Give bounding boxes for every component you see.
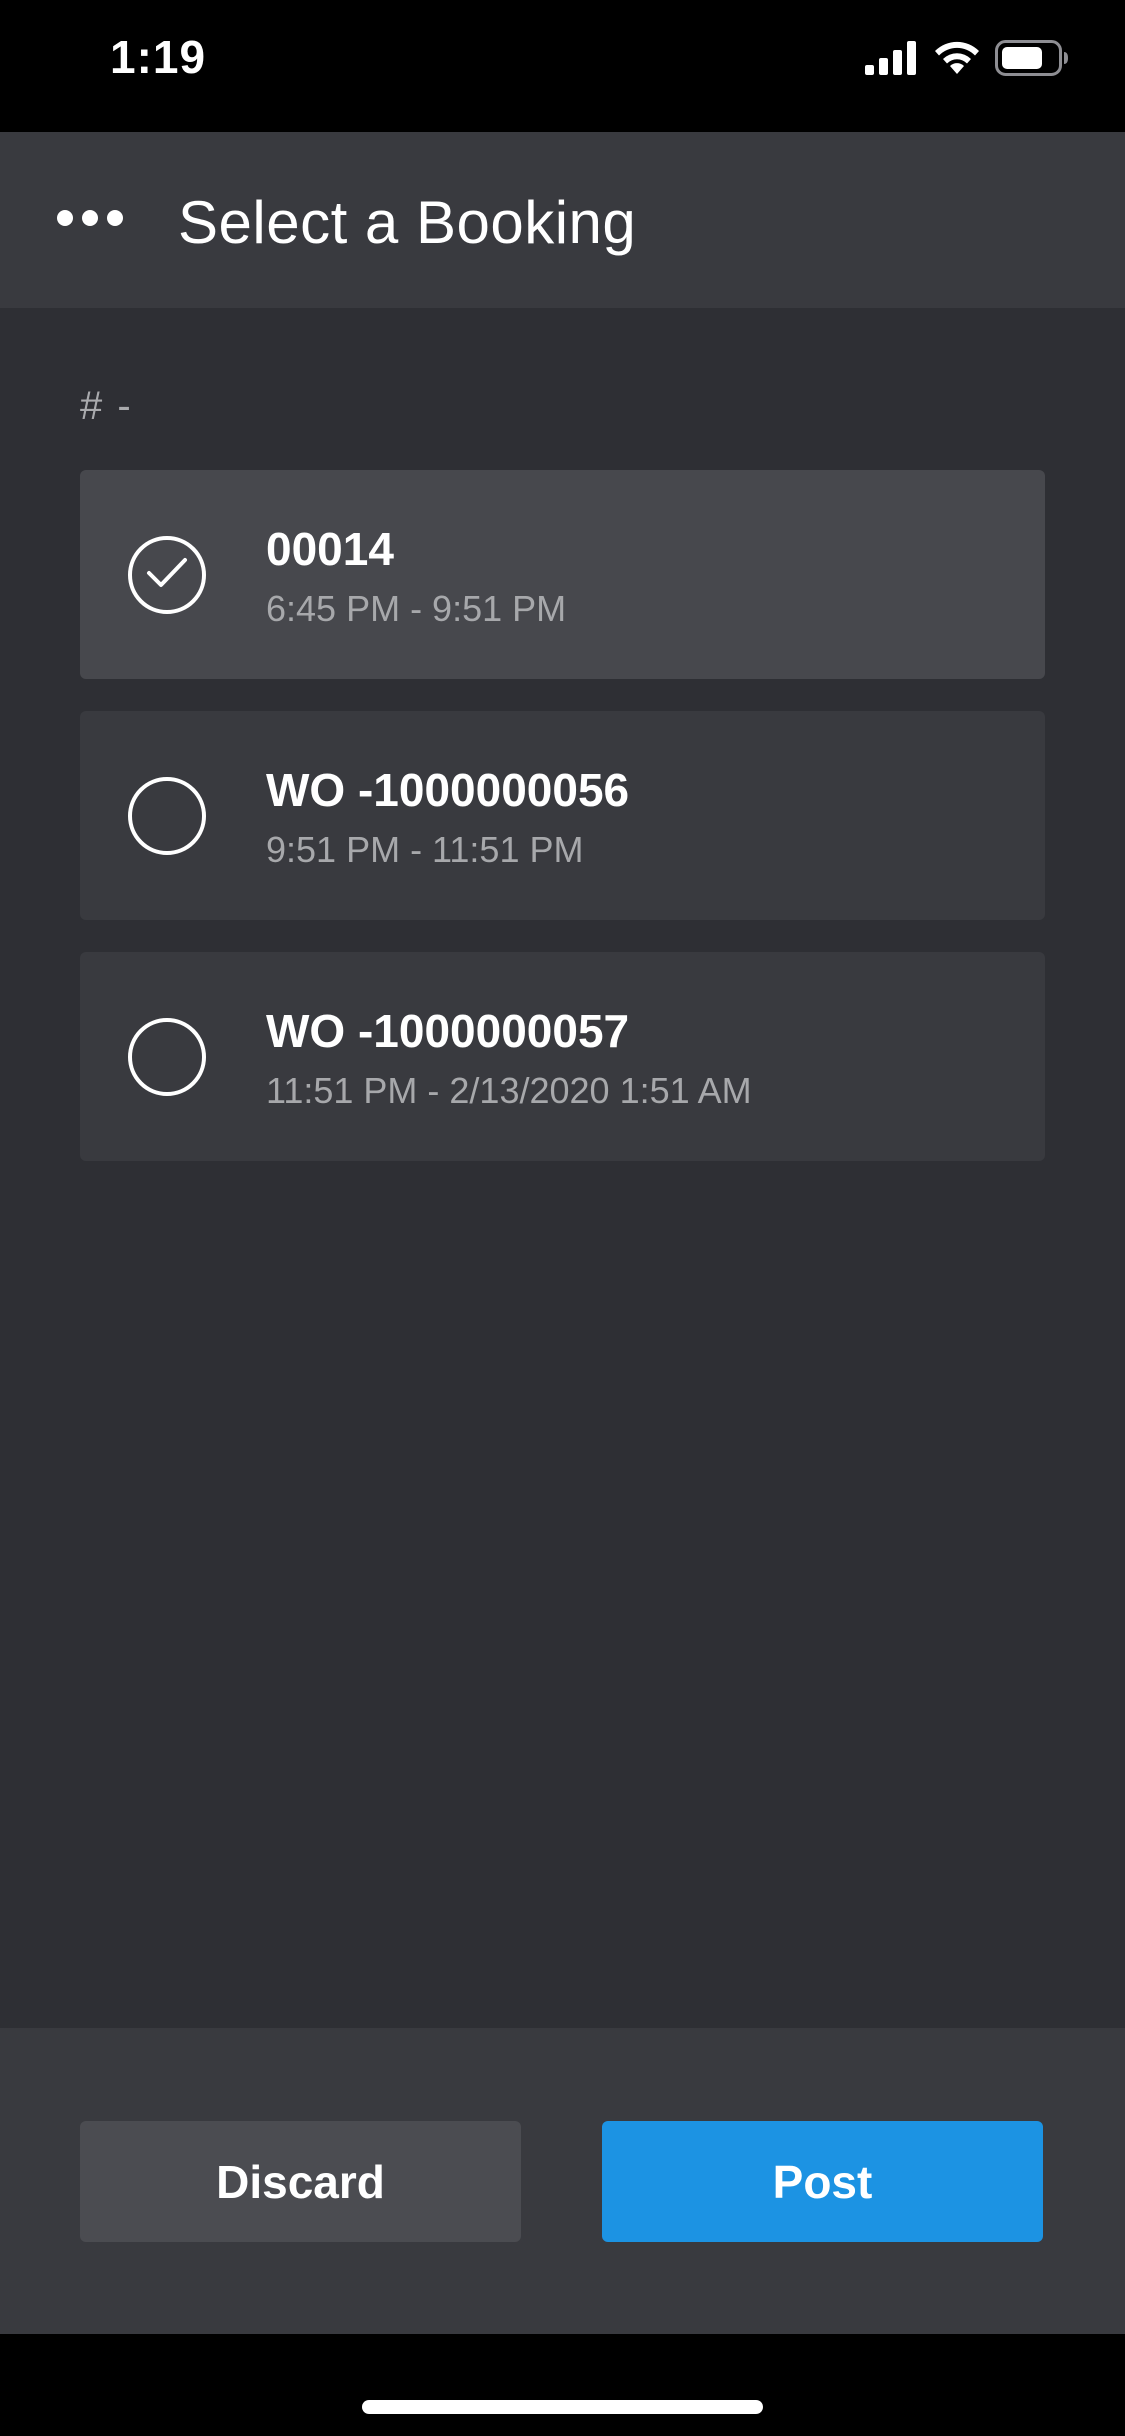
page-title: Select a Booking <box>178 189 637 256</box>
status-icons <box>865 38 1069 82</box>
checkmark-icon <box>145 555 189 596</box>
booking-list: 00014 6:45 PM - 9:51 PM WO -1000000056 9… <box>80 470 1045 1193</box>
booking-item[interactable]: 00014 6:45 PM - 9:51 PM <box>80 470 1045 679</box>
status-bar: 1:19 <box>0 0 1125 132</box>
app-header: Select a Booking <box>0 132 1125 308</box>
booking-time: 11:51 PM - 2/13/2020 1:51 AM <box>266 1070 752 1111</box>
cellular-signal-icon <box>865 40 919 80</box>
radio-checked[interactable] <box>128 536 206 614</box>
radio-unchecked[interactable] <box>128 1018 206 1096</box>
battery-icon <box>995 39 1069 81</box>
booking-item[interactable]: WO -1000000057 11:51 PM - 2/13/2020 1:51… <box>80 952 1045 1161</box>
home-indicator-area <box>0 2334 1125 2436</box>
action-bar: Discard Post <box>0 2028 1125 2334</box>
status-time: 1:19 <box>110 31 207 83</box>
booking-title: WO -1000000057 <box>266 1005 630 1057</box>
post-button[interactable]: Post <box>602 2121 1043 2242</box>
more-options-button[interactable] <box>50 190 130 250</box>
more-horizontal-icon <box>55 208 125 233</box>
booking-time: 9:51 PM - 11:51 PM <box>266 829 584 870</box>
section-label: # - <box>80 384 133 428</box>
discard-button[interactable]: Discard <box>80 2121 521 2242</box>
wifi-icon <box>933 40 981 81</box>
home-indicator[interactable] <box>362 2400 763 2414</box>
booking-time: 6:45 PM - 9:51 PM <box>266 588 567 629</box>
radio-unchecked[interactable] <box>128 777 206 855</box>
booking-title: WO -1000000056 <box>266 764 630 816</box>
booking-item[interactable]: WO -1000000056 9:51 PM - 11:51 PM <box>80 711 1045 920</box>
app-screen: 1:19 Select a Booking # - 00014 6:45 PM … <box>0 0 1125 2436</box>
booking-title: 00014 <box>266 523 394 575</box>
